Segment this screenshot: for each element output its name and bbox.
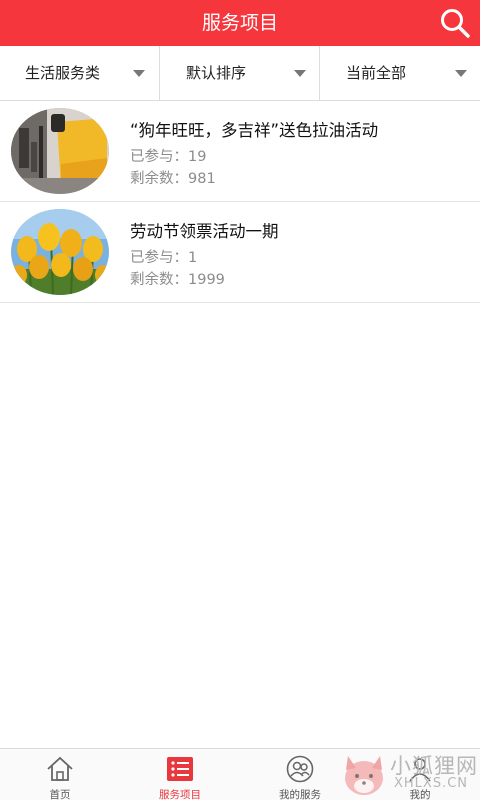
- watermark-logo: 小狐狸网 XHLXS.CN: [338, 748, 480, 800]
- item-title: 劳动节领票活动一期: [130, 222, 279, 241]
- dropdown-arrow-icon: [294, 70, 306, 77]
- filter-status-label: 当前全部: [346, 64, 407, 82]
- users-icon: [286, 755, 314, 783]
- top-app-bar: 服务项目: [0, 0, 480, 46]
- tulips-image: [11, 209, 109, 295]
- item-joined-count: 已参与：19: [130, 149, 207, 165]
- dropdown-arrow-icon: [455, 70, 467, 77]
- tab-home-label: 首页: [49, 789, 71, 800]
- photo-studio-image: [11, 108, 109, 194]
- fox-logo-icon: [345, 756, 383, 795]
- item-joined-count: 已参与：1: [130, 250, 198, 266]
- tab-home[interactable]: 首页: [0, 749, 120, 800]
- filter-bar: 生活服务类 默认排序 当前全部: [0, 46, 480, 101]
- list-item[interactable]: 劳动节领票活动一期 已参与：1 剩余数：1999: [0, 202, 480, 303]
- filter-sort-label: 默认排序: [186, 64, 247, 82]
- dropdown-arrow-icon: [133, 70, 145, 77]
- filter-category-dropdown[interactable]: 生活服务类: [0, 46, 159, 100]
- list-icon: [166, 755, 194, 783]
- tab-services[interactable]: 服务项目: [120, 749, 240, 800]
- item-remaining-count: 剩余数：981: [130, 171, 216, 187]
- filter-status-dropdown[interactable]: 当前全部: [320, 46, 480, 100]
- watermark-domain: XHLXS.CN: [394, 776, 469, 791]
- filter-category-label: 生活服务类: [25, 64, 101, 82]
- search-icon[interactable]: [438, 6, 472, 40]
- page-title: 服务项目: [201, 12, 278, 34]
- item-remaining-count: 剩余数：1999: [130, 272, 225, 288]
- filter-sort-dropdown[interactable]: 默认排序: [160, 46, 319, 100]
- home-icon: [46, 755, 74, 783]
- list-item[interactable]: “狗年旺旺，多吉祥”送色拉油活动 已参与：19 剩余数：981: [0, 101, 480, 202]
- tab-services-label: 服务项目: [159, 789, 201, 800]
- item-title: “狗年旺旺，多吉祥”送色拉油活动: [130, 121, 379, 140]
